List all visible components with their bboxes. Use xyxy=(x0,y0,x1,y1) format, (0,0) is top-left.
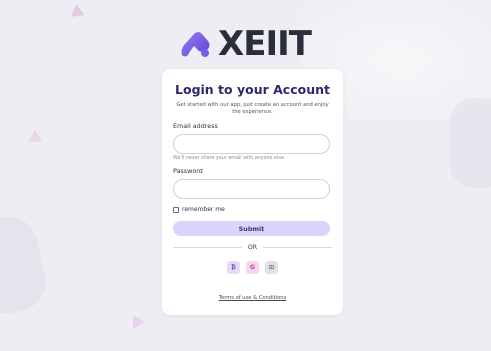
background-triangle xyxy=(69,3,85,17)
social-login-row: ₿ G ⊡ xyxy=(173,261,332,274)
email-label: Email address xyxy=(173,122,218,130)
twitch-icon[interactable]: ⊡ xyxy=(265,261,278,274)
background-blob xyxy=(0,211,52,320)
login-card: Login to your Account Get started with o… xyxy=(162,69,343,315)
email-field[interactable] xyxy=(173,134,330,154)
password-field[interactable] xyxy=(173,179,330,199)
page-title: Login to your Account xyxy=(175,82,330,97)
password-label: Password xyxy=(173,167,203,175)
email-help-text: We'll never share your email with anyone… xyxy=(173,156,286,161)
terms-row: Terms of use & Conditions xyxy=(173,284,332,303)
brand-logo: XEIIT xyxy=(178,24,318,64)
submit-button[interactable]: Submit xyxy=(173,221,330,236)
or-divider: OR xyxy=(173,244,333,251)
remember-me-label: remember me xyxy=(182,206,225,213)
page-subtitle: Get started with our app, just create an… xyxy=(176,102,329,115)
remember-me-row[interactable]: remember me xyxy=(173,206,332,213)
remember-me-checkbox[interactable] xyxy=(173,206,179,213)
background-triangle xyxy=(133,315,145,329)
background-triangle xyxy=(28,130,42,142)
or-label: OR xyxy=(247,244,258,251)
social-icon-1[interactable]: ₿ xyxy=(227,261,240,274)
google-icon[interactable]: G xyxy=(246,261,259,274)
divider-line xyxy=(263,247,333,248)
logo-mark-icon xyxy=(181,32,210,57)
background-blob xyxy=(449,98,491,188)
divider-line xyxy=(173,247,242,248)
terms-link[interactable]: Terms of use & Conditions xyxy=(219,295,287,301)
brand-name: XEIIT xyxy=(218,24,312,64)
